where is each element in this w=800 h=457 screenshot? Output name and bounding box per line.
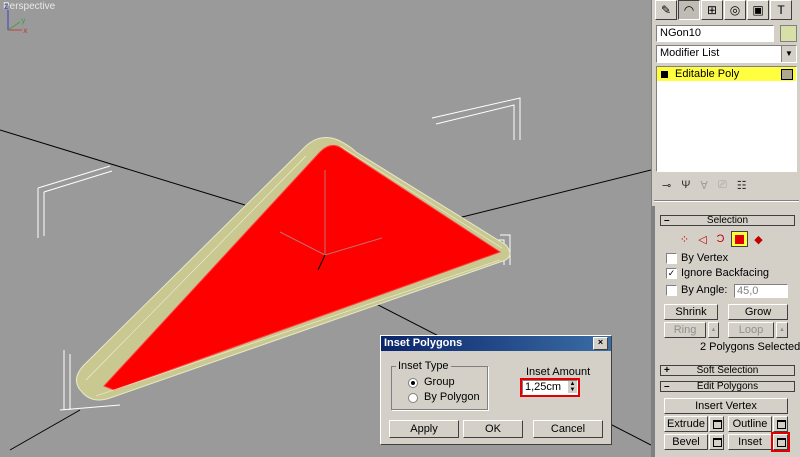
hierarchy-tab-icon[interactable]: ⊞ <box>701 0 723 20</box>
radio-by-polygon-label[interactable]: By Polygon <box>424 391 480 403</box>
utilities-tab-icon[interactable]: T <box>770 0 792 20</box>
close-button[interactable]: × <box>593 337 608 350</box>
extrude-button[interactable]: Extrude <box>664 416 708 432</box>
inset-polygons-dialog: Inset Polygons × Inset Type Group By Pol… <box>380 335 612 445</box>
inset-button[interactable]: Inset <box>728 434 772 450</box>
panel-tabs: ✎ ◠ ⊞ ◎ ▣ T <box>655 0 798 22</box>
cancel-button[interactable]: Cancel <box>533 420 603 438</box>
grow-button[interactable]: Grow <box>728 304 788 320</box>
by-vertex-label: By Vertex <box>681 252 729 264</box>
polygon-mode-icon[interactable] <box>731 231 748 247</box>
vertex-mode-icon[interactable]: ⁘ <box>676 231 693 247</box>
inset-type-label: Inset Type <box>396 360 451 372</box>
stack-item-editable-poly[interactable]: Editable Poly <box>657 67 796 81</box>
ignore-backfacing-label: Ignore Backfacing <box>681 267 770 279</box>
spin-down-icon[interactable]: ▼ <box>568 387 577 393</box>
extrude-settings-icon[interactable] <box>709 416 724 432</box>
loop-spinner-icon[interactable]: ▲ <box>776 322 788 338</box>
modify-tab-icon[interactable]: ◠ <box>678 0 700 20</box>
radio-group-label[interactable]: Group <box>424 376 455 388</box>
axis-z-label: z <box>4 2 8 11</box>
rollout-edit-polygons-title: Edit Polygons <box>696 381 759 392</box>
rollout-selection[interactable]: – Selection <box>660 215 795 226</box>
outline-button[interactable]: Outline <box>728 416 772 432</box>
by-angle-checkbox[interactable] <box>666 285 677 296</box>
bevel-settings-icon[interactable] <box>709 434 724 450</box>
inset-amount-spinner[interactable]: 1,25cm ▲ ▼ <box>520 378 580 397</box>
shrink-button[interactable]: Shrink <box>664 304 718 320</box>
axis-y-label: y <box>21 16 26 25</box>
bevel-button[interactable]: Bevel <box>664 434 708 450</box>
axis-x-label: x <box>23 26 28 35</box>
inset-amount-label: Inset Amount <box>526 366 591 378</box>
ring-spinner-icon[interactable]: ▲ <box>708 322 719 338</box>
ok-button[interactable]: OK <box>463 420 523 438</box>
by-angle-value[interactable]: 45,0 <box>737 285 758 297</box>
create-tab-icon[interactable]: ✎ <box>655 0 677 20</box>
loop-button[interactable]: Loop <box>728 322 774 338</box>
show-end-result-icon[interactable]: Ψ <box>681 179 690 191</box>
panel-scrollbar[interactable] <box>652 206 655 457</box>
modifier-stack: Editable Poly <box>656 66 797 172</box>
apply-button[interactable]: Apply <box>389 420 459 438</box>
stack-item-label: Editable Poly <box>675 68 740 80</box>
modifier-list-dropdown[interactable]: Modifier List ▼ <box>656 45 797 63</box>
make-unique-icon[interactable]: ∀ <box>700 179 708 192</box>
perspective-viewport[interactable]: Perspective z x y Inset Polygons × Inset… <box>0 0 651 457</box>
inset-settings-icon[interactable] <box>771 432 790 452</box>
rollout-soft-selection[interactable]: + Soft Selection <box>660 365 795 376</box>
axis-tripod: z x y <box>4 2 28 35</box>
grid-line-bottom <box>9 409 81 451</box>
ring-button[interactable]: Ring <box>664 322 706 338</box>
rollout-edit-polygons[interactable]: – Edit Polygons <box>660 381 795 392</box>
grid-line-right <box>429 169 651 226</box>
by-angle-label: By Angle: <box>681 284 728 296</box>
insert-vertex-button[interactable]: Insert Vertex <box>664 398 788 414</box>
radio-group[interactable] <box>408 378 418 388</box>
grid-line-left <box>0 129 246 206</box>
display-tab-icon[interactable]: ▣ <box>747 0 769 20</box>
rollout-selection-title: Selection <box>706 215 749 226</box>
inset-type-group <box>391 366 488 410</box>
command-panel: ✎ ◠ ⊞ ◎ ▣ T NGon10 Modifier List ▼ Edita… <box>651 0 800 457</box>
motion-tab-icon[interactable]: ◎ <box>724 0 746 20</box>
outline-settings-icon[interactable] <box>773 416 788 432</box>
by-vertex-checkbox[interactable] <box>666 253 677 264</box>
dialog-title: Inset Polygons <box>384 337 463 349</box>
pin-stack-icon[interactable]: ⊸ <box>662 179 671 192</box>
object-color-swatch[interactable] <box>780 25 797 42</box>
configure-sets-icon[interactable]: ☷ <box>737 179 747 192</box>
remove-modifier-icon[interactable]: ⎚ <box>718 179 727 192</box>
stack-item-toggle-icon[interactable] <box>781 68 793 80</box>
object-name-field[interactable]: NGon10 <box>656 25 774 42</box>
modifier-list-label: Modifier List <box>660 47 720 59</box>
chevron-down-icon[interactable]: ▼ <box>781 46 796 62</box>
inset-amount-value[interactable]: 1,25cm <box>525 381 561 393</box>
selection-status: 2 Polygons Selected <box>700 341 800 353</box>
by-angle-spinner[interactable]: 45,0 <box>734 284 788 298</box>
rollout-soft-selection-title: Soft Selection <box>696 365 759 376</box>
separator <box>654 200 799 202</box>
radio-by-polygon[interactable] <box>408 393 418 403</box>
ignore-backfacing-checkbox[interactable]: ✓ <box>666 268 677 279</box>
element-mode-icon[interactable]: ◆ <box>750 231 767 247</box>
stack-toolbar: ⊸ Ψ ∀ ⎚ ☷ <box>656 176 800 194</box>
dialog-titlebar[interactable]: Inset Polygons × <box>381 336 611 351</box>
edge-mode-icon[interactable]: ◁ <box>694 231 711 247</box>
border-mode-icon[interactable]: Ɔ <box>712 231 729 247</box>
expand-plus-icon[interactable] <box>661 70 668 78</box>
